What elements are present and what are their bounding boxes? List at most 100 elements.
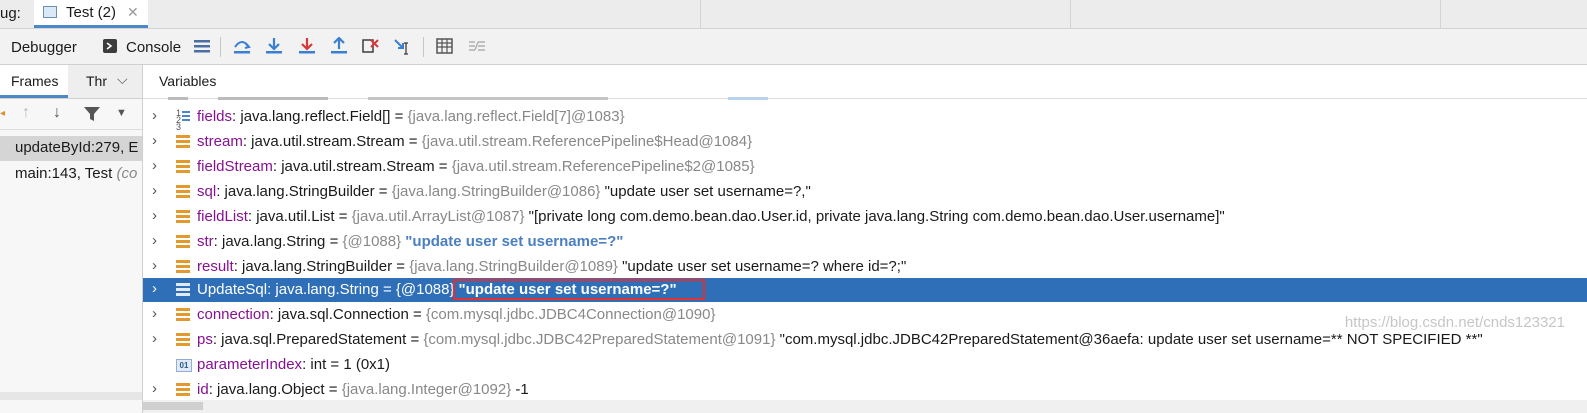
run-to-cursor-icon[interactable] xyxy=(393,37,413,55)
variable-text: connection: java.sql.Connection = {com.m… xyxy=(197,306,715,323)
close-icon[interactable]: ✕ xyxy=(127,4,139,21)
field-icon xyxy=(176,283,190,297)
chevron-right-icon[interactable]: › xyxy=(152,280,157,297)
horizontal-scrollbar[interactable] xyxy=(0,392,142,400)
arrow-down-icon[interactable]: ↓ xyxy=(53,104,61,122)
variable-type: : java.sql.PreparedStatement = xyxy=(212,331,424,348)
variable-type: : java.lang.String = xyxy=(213,233,343,250)
variable-text: ps: java.sql.PreparedStatement = {com.my… xyxy=(197,331,1483,348)
variable-name: fields xyxy=(197,108,233,125)
chevron-right-icon[interactable]: › xyxy=(152,257,157,274)
chevron-down-icon[interactable]: ⌵ xyxy=(117,71,128,88)
variable-row[interactable]: 01 parameterIndex: int = 1 (0x1) xyxy=(143,353,1587,377)
variable-type: : java.util.List = xyxy=(247,208,352,225)
field-icon xyxy=(176,235,190,249)
chevron-right-icon[interactable]: › xyxy=(152,380,157,397)
variable-row[interactable]: › str: java.lang.String = {@1088} "updat… xyxy=(143,230,1587,254)
variable-name: UpdateSql xyxy=(197,281,268,298)
scrollbar-thumb[interactable] xyxy=(143,402,203,410)
variable-ref: {@1088} xyxy=(395,281,455,298)
chevron-right-icon[interactable]: › xyxy=(152,182,157,199)
drop-frame-icon[interactable] xyxy=(361,37,381,55)
layout-menu-icon[interactable] xyxy=(192,37,212,55)
chevron-down-icon[interactable]: ▼ xyxy=(116,107,127,119)
frame-label: updateById:279, E xyxy=(15,139,139,156)
frame-row[interactable]: updateById:279, E xyxy=(0,136,142,161)
variable-value: "update user set username=? where id=?;" xyxy=(617,258,907,275)
variable-row[interactable]: › fieldList: java.util.List = {java.util… xyxy=(143,205,1587,229)
variable-ref: {java.util.stream.ReferencePipeline$Head… xyxy=(421,133,753,150)
variables-title: Variables xyxy=(159,73,217,89)
step-into-icon[interactable] xyxy=(264,37,284,55)
variable-row-selected[interactable]: › UpdateSql: java.lang.String = {@1088} "… xyxy=(143,278,1587,302)
variable-value: "update user set username=?" xyxy=(401,233,624,250)
variable-text: fieldList: java.util.List = {java.util.A… xyxy=(197,208,1225,225)
variable-text: UpdateSql: java.lang.String = {@1088} "up… xyxy=(197,279,705,300)
chevron-right-icon[interactable]: › xyxy=(152,207,157,224)
chevron-right-icon[interactable]: › xyxy=(152,305,157,322)
field-icon xyxy=(176,135,190,149)
tab-threads[interactable]: Thr xyxy=(86,73,107,89)
trace-current-stream-icon[interactable] xyxy=(467,37,487,55)
chevron-right-icon[interactable]: › xyxy=(152,107,157,124)
chevron-right-icon[interactable]: › xyxy=(152,330,157,347)
variable-name: fieldList xyxy=(197,208,248,225)
variable-type: : java.lang.StringBuilder = xyxy=(233,258,410,275)
tab-debugger[interactable]: Debugger xyxy=(11,39,77,56)
array-icon: 123 xyxy=(176,109,190,132)
variable-text: str: java.lang.String = {@1088} "update … xyxy=(197,233,623,250)
variable-row[interactable]: › id: java.lang.Object = {java.lang.Inte… xyxy=(143,378,1587,402)
variable-row[interactable]: › fieldStream: java.util.stream.Stream =… xyxy=(143,155,1587,179)
chevron-right-icon[interactable]: › xyxy=(152,232,157,249)
variable-ref: {@1088} xyxy=(342,233,402,250)
variable-row[interactable]: › 123 fields: java.lang.reflect.Field[] … xyxy=(143,105,1587,132)
variable-type: : java.lang.String = xyxy=(267,281,396,298)
toolbar-divider xyxy=(220,37,221,57)
clipped-row-remnant xyxy=(168,93,768,101)
frame-row[interactable]: main:143, Test (co xyxy=(0,162,142,187)
variable-row[interactable]: › result: java.lang.StringBuilder = {jav… xyxy=(143,255,1587,279)
frames-panel: Frames Thr ⌵ ◂ ↑ ↓ ▼ updateById:279, E m… xyxy=(0,65,143,413)
variable-ref: {com.mysql.jdbc.JDBC42PreparedStatement@… xyxy=(423,331,776,348)
horizontal-scrollbar[interactable] xyxy=(143,400,1587,413)
arrow-up-icon[interactable]: ↑ xyxy=(22,104,30,122)
debug-tab-strip: ug: Test (2) ✕ xyxy=(0,0,1587,29)
highlighted-value: "update user set username=?" xyxy=(452,279,705,300)
tab-frames[interactable]: Frames xyxy=(0,65,68,98)
tab-test-2[interactable]: Test (2) ✕ xyxy=(34,0,148,28)
toolbar-divider xyxy=(423,37,424,57)
run-config-icon xyxy=(43,6,57,18)
variable-name: stream xyxy=(197,133,243,150)
thread-marker-icon: ◂ xyxy=(0,108,6,119)
variable-text: fieldStream: java.util.stream.Stream = {… xyxy=(197,158,755,175)
debug-label: ug: xyxy=(0,5,21,22)
variable-name: str xyxy=(197,233,214,250)
variable-type: : java.util.stream.Stream = xyxy=(242,133,422,150)
variable-ref: {java.lang.StringBuilder@1086} xyxy=(391,183,601,200)
field-icon xyxy=(176,333,190,347)
watermark: https://blog.csdn.net/cnds123321 xyxy=(1344,314,1565,331)
variable-ref: {java.lang.StringBuilder@1089} xyxy=(409,258,618,275)
step-over-icon[interactable] xyxy=(232,37,252,55)
variable-type: : int = 1 (0x1) xyxy=(302,356,391,373)
chevron-right-icon[interactable]: › xyxy=(152,157,157,174)
step-out-icon[interactable] xyxy=(329,37,349,55)
filter-icon[interactable] xyxy=(84,107,100,121)
evaluate-expression-icon[interactable] xyxy=(435,37,455,55)
variable-row[interactable]: › stream: java.util.stream.Stream = {jav… xyxy=(143,130,1587,154)
variable-row[interactable]: › ps: java.sql.PreparedStatement = {com.… xyxy=(143,328,1587,352)
variable-row[interactable]: › sql: java.lang.StringBuilder = {java.l… xyxy=(143,180,1587,204)
force-step-into-icon[interactable] xyxy=(297,37,317,55)
field-icon xyxy=(176,383,190,397)
tab-label: Test (2) xyxy=(66,4,117,21)
tab-console[interactable]: Console xyxy=(126,39,181,56)
variable-type: : java.lang.StringBuilder = xyxy=(216,183,392,200)
frames-header: Frames Thr ⌵ xyxy=(0,65,142,99)
chevron-right-icon[interactable]: › xyxy=(152,132,157,149)
variable-type: : java.sql.Connection = xyxy=(269,306,426,323)
field-icon xyxy=(176,260,190,274)
variable-ref: {java.util.ArrayList@1087} xyxy=(351,208,525,225)
variable-type: : java.util.stream.Stream = xyxy=(272,158,452,175)
variable-name: fieldStream xyxy=(197,158,273,175)
variable-name: id xyxy=(197,381,209,398)
